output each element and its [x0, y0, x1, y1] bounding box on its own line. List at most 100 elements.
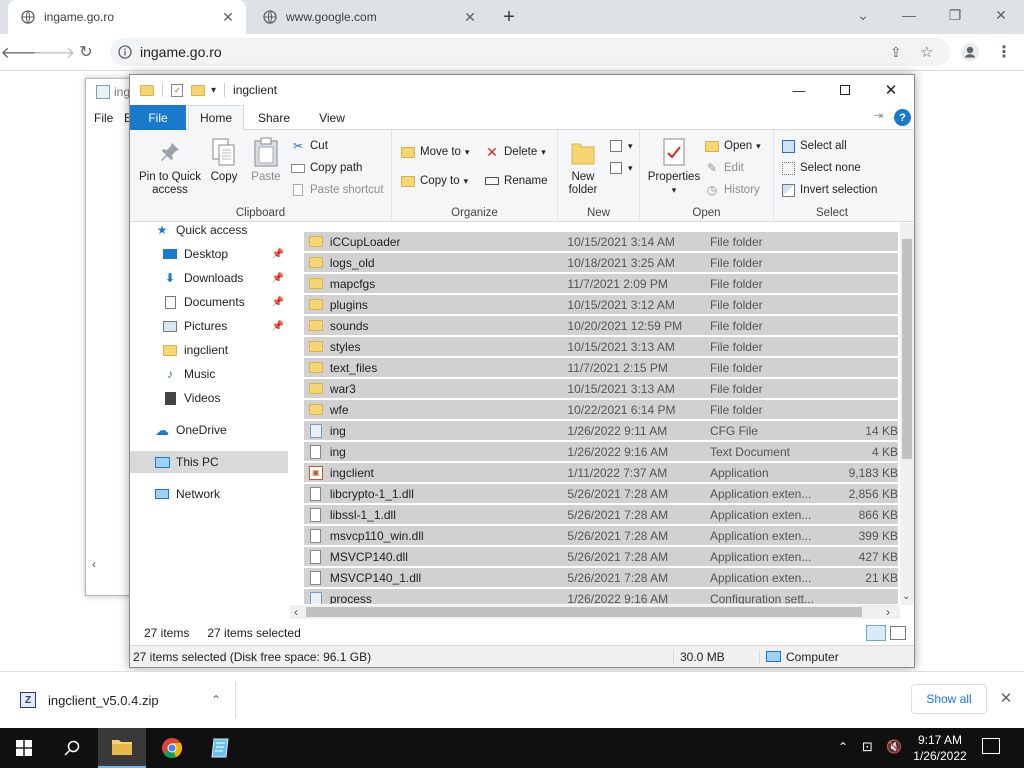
share-icon[interactable]: ⇪: [890, 44, 920, 61]
show-all-button[interactable]: Show all: [911, 684, 987, 714]
file-row[interactable]: ing 1/26/2022 9:11 AM CFG File 14 KB: [304, 421, 898, 441]
paste-shortcut-button[interactable]: Paste shortcut: [290, 182, 384, 198]
open-button[interactable]: Open ▾: [704, 138, 761, 154]
nav-network[interactable]: Network: [130, 483, 288, 505]
file-row[interactable]: iCCupLoader 10/15/2021 3:14 AM File folder: [304, 232, 898, 252]
reload-icon[interactable]: ↻: [72, 38, 100, 66]
tab-ingame[interactable]: ingame.go.ro ✕: [8, 0, 246, 34]
background-explorer-window[interactable]: ing File E ‹: [85, 78, 135, 596]
file-row[interactable]: logs_old 10/18/2021 3:25 AM File folder: [304, 253, 898, 273]
copy-to-button[interactable]: Copy to ▾: [400, 173, 468, 189]
file-row[interactable]: process 1/26/2022 9:16 AM Configuration se…: [304, 589, 898, 604]
properties-qat-icon[interactable]: ✓: [171, 83, 183, 97]
copy-button[interactable]: Copy: [206, 136, 242, 184]
select-all-button[interactable]: Select all: [780, 138, 847, 154]
scroll-left-icon[interactable]: ‹: [294, 605, 298, 619]
file-row[interactable]: libssl-1_1.dll 5/26/2021 7:28 AM Applicati…: [304, 505, 898, 525]
scroll-down-icon[interactable]: ⌄: [902, 591, 910, 602]
file-row[interactable]: plugins 10/15/2021 3:12 AM File folder: [304, 295, 898, 315]
invert-selection-button[interactable]: Invert selection: [780, 182, 877, 198]
tab-home[interactable]: Home: [188, 105, 244, 130]
download-item[interactable]: Z ingclient_v5.0.4.zip ⌃: [12, 682, 236, 718]
minimize-icon[interactable]: —: [776, 75, 822, 105]
file-row[interactable]: MSVCP140.dll 5/26/2021 7:28 AM Application…: [304, 547, 898, 567]
info-icon[interactable]: [110, 45, 140, 59]
copy-path-button[interactable]: Copy path: [290, 160, 362, 176]
file-row[interactable]: sounds 10/20/2021 12:59 PM File folder: [304, 316, 898, 336]
close-icon[interactable]: ✕: [868, 75, 914, 105]
large-icons-view-icon[interactable]: [890, 626, 906, 640]
maximize-icon[interactable]: [822, 75, 868, 105]
help-icon[interactable]: ?: [894, 109, 911, 126]
nav-downloads[interactable]: ⬇ Downloads 📌: [130, 267, 288, 289]
bookmark-star-icon[interactable]: ☆: [920, 43, 950, 61]
rename-button[interactable]: Rename: [484, 173, 547, 189]
tab-search-icon[interactable]: ⌄: [840, 0, 886, 30]
nav-documents[interactable]: Documents 📌: [130, 291, 288, 313]
file-row[interactable]: mapcfgs 11/7/2021 2:09 PM File folder: [304, 274, 898, 294]
address-bar[interactable]: ingame.go.ro ⇪ ☆: [110, 38, 950, 66]
paste-button[interactable]: Paste: [246, 136, 286, 184]
network-status-icon[interactable]: ⊡: [862, 739, 873, 755]
chevron-up-icon[interactable]: ⌃: [211, 693, 221, 707]
select-none-button[interactable]: Select none: [780, 160, 861, 176]
file-row[interactable]: styles 10/15/2021 3:13 AM File folder: [304, 337, 898, 357]
file-row[interactable]: libcrypto-1_1.dll 5/26/2021 7:28 AM Applic…: [304, 484, 898, 504]
nav-pictures[interactable]: Pictures 📌: [130, 315, 288, 337]
new-folder-qat-icon[interactable]: [191, 84, 205, 96]
pin-quick-access-button[interactable]: Pin to Quick access: [136, 136, 204, 197]
forward-icon[interactable]: 🡒: [33, 38, 76, 66]
new-tab-button[interactable]: +: [498, 6, 520, 28]
file-row[interactable]: war3 10/15/2021 3:13 AM File folder: [304, 379, 898, 399]
nav-videos[interactable]: Videos: [130, 387, 288, 409]
nav-this-pc[interactable]: This PC: [130, 451, 288, 473]
file-row[interactable]: msvcp110_win.dll 5/26/2021 7:28 AM Applica…: [304, 526, 898, 546]
cut-button[interactable]: ✂ Cut: [290, 138, 328, 154]
chrome-icon[interactable]: [148, 728, 196, 768]
pin-ribbon-icon[interactable]: ⇥: [874, 109, 883, 122]
details-view-icon[interactable]: [866, 625, 886, 641]
explorer-window[interactable]: ✓ ▾ ingclient — ✕ File Home Share View ⇥…: [129, 74, 915, 668]
profile-icon[interactable]: [956, 38, 984, 66]
volume-muted-icon[interactable]: 🔇: [886, 739, 902, 755]
nav-quick-access[interactable]: ★ Quick access: [130, 219, 288, 241]
delete-button[interactable]: ✕ Delete ▾: [484, 144, 546, 160]
nav-onedrive[interactable]: ☁ OneDrive: [130, 419, 288, 441]
file-explorer-taskbar-icon[interactable]: [98, 728, 146, 768]
file-row[interactable]: wfe 10/22/2021 6:14 PM File folder: [304, 400, 898, 420]
qat-dropdown-icon[interactable]: ▾: [211, 85, 216, 96]
file-row[interactable]: ing 1/26/2022 9:16 AM Text Document 4 KB: [304, 442, 898, 462]
minimize-icon[interactable]: —: [886, 0, 932, 30]
tab-file[interactable]: File: [130, 105, 186, 130]
menu-dots-icon[interactable]: ⋮: [990, 38, 1018, 66]
windows-start-icon[interactable]: [0, 728, 48, 768]
file-row[interactable]: MSVCP140_1.dll 5/26/2021 7:28 AM Applicati…: [304, 568, 898, 588]
close-tab-icon[interactable]: ✕: [460, 7, 480, 27]
nav-desktop[interactable]: Desktop 📌: [130, 243, 288, 265]
chevron-up-icon[interactable]: ⌃: [838, 740, 848, 754]
restore-icon[interactable]: ❐: [932, 0, 978, 30]
tab-google[interactable]: www.google.com ✕: [250, 0, 488, 34]
move-to-button[interactable]: Move to ▾: [400, 144, 469, 160]
notifications-icon[interactable]: [982, 738, 1000, 754]
close-shelf-icon[interactable]: ✕: [996, 688, 1016, 708]
scroll-right-icon[interactable]: ›: [886, 605, 890, 619]
clock[interactable]: 9:17 AM 1/26/2022: [908, 732, 972, 764]
history-button[interactable]: ◷ History: [704, 182, 760, 198]
horizontal-scroll-thumb[interactable]: [306, 607, 862, 617]
new-folder-button[interactable]: New folder: [562, 136, 604, 197]
nav-music[interactable]: ♪ Music: [130, 363, 288, 385]
nav-ingclient[interactable]: ingclient: [130, 339, 288, 361]
new-item-button[interactable]: ▾: [608, 138, 633, 154]
scroll-left-icon[interactable]: ‹: [92, 557, 96, 571]
tab-view[interactable]: View: [304, 105, 360, 130]
easy-access-button[interactable]: ▾: [608, 160, 633, 176]
close-window-icon[interactable]: ✕: [978, 0, 1024, 30]
file-row[interactable]: ▣ ingclient 1/11/2022 7:37 AM Application 9,…: [304, 463, 898, 483]
close-tab-icon[interactable]: ✕: [218, 7, 238, 27]
edit-button[interactable]: ✎ Edit: [704, 160, 744, 176]
search-icon[interactable]: [48, 728, 96, 768]
bg-menu-file[interactable]: File: [94, 111, 113, 125]
notepad-icon[interactable]: [196, 728, 244, 768]
properties-button[interactable]: Properties ▾: [644, 136, 704, 197]
